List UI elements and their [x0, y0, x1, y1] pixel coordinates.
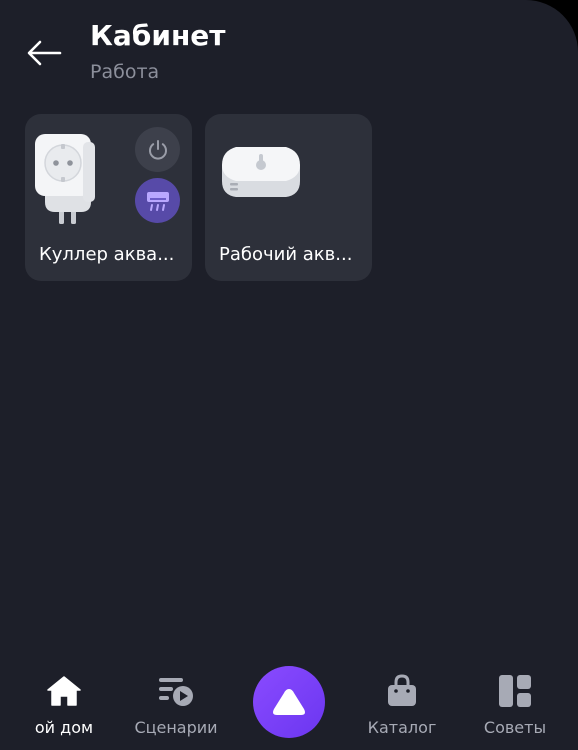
- tips-grid-icon: [499, 675, 531, 707]
- bottom-navigation: ой дом Сценарии Каталог Советы: [0, 650, 578, 750]
- nav-item-tips[interactable]: Советы: [466, 650, 564, 750]
- nav-label: ой дом: [34, 718, 94, 737]
- page-title: Кабинет: [90, 19, 226, 52]
- device-card-cooler[interactable]: Куллер аква...: [25, 114, 192, 281]
- device-card-sensor[interactable]: Рабочий акв...: [205, 114, 372, 281]
- scenarios-icon: [159, 678, 193, 706]
- alice-icon: [273, 689, 305, 715]
- arrow-left-icon: [27, 40, 62, 66]
- page-subtitle: Работа: [90, 61, 160, 83]
- alice-assistant-button[interactable]: [253, 666, 325, 738]
- power-button[interactable]: [135, 127, 180, 172]
- temperature-sensor-icon: [222, 147, 300, 197]
- back-button[interactable]: [22, 34, 66, 72]
- nav-item-scenarios[interactable]: Сценарии: [124, 650, 228, 750]
- nav-item-catalog[interactable]: Каталог: [352, 650, 452, 750]
- nav-label: Каталог: [367, 718, 437, 737]
- device-name: Куллер аква...: [39, 244, 175, 265]
- nav-label: Сценарии: [134, 718, 218, 737]
- nav-label: Советы: [483, 718, 547, 737]
- air-conditioner-icon: [146, 191, 169, 211]
- app-screen: Кабинет Работа Куллер аква... Рабочий ак…: [0, 0, 578, 750]
- mode-button[interactable]: [135, 178, 180, 223]
- shopping-bag-icon: [388, 674, 416, 706]
- home-icon: [47, 676, 81, 706]
- smart-plug-icon: [35, 134, 95, 224]
- nav-item-home[interactable]: ой дом: [14, 650, 114, 750]
- device-name: Рабочий акв...: [219, 244, 353, 265]
- power-icon: [148, 139, 167, 160]
